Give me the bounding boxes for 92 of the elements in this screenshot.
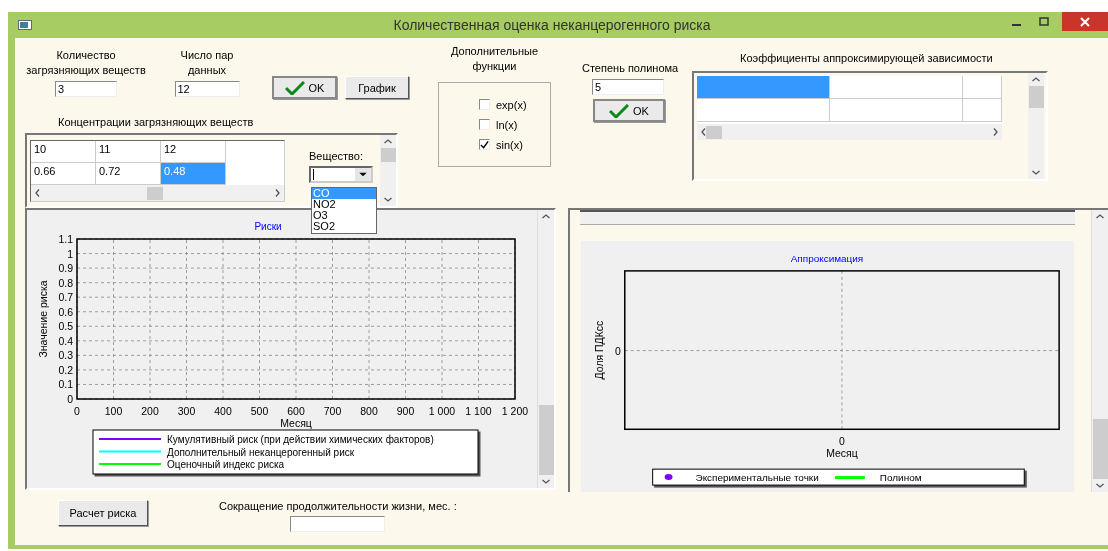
y-tick-label: 0.9 — [58, 262, 73, 275]
x-tick-label: 1 200 — [501, 405, 529, 417]
y-tick-label: 0 — [67, 393, 73, 405]
y-tick-label: 0.1 — [58, 378, 73, 391]
polynomial-degree-field[interactable]: 5 — [592, 79, 664, 95]
y-tick-label: 0.4 — [58, 334, 73, 347]
substance-label: Вещество: — [309, 150, 364, 163]
dropdown-option[interactable]: O3 — [312, 210, 376, 222]
pair-count-field[interactable]: 12 — [174, 81, 240, 98]
x-tick-label: 200 — [141, 405, 159, 417]
extra-functions-label: Дополнительные функции — [449, 44, 540, 74]
y-tick-label: 0.7 — [58, 291, 73, 304]
checkmark-icon — [609, 103, 630, 118]
checkmark-icon — [284, 80, 305, 95]
checkbox-label: ln(x) — [496, 118, 518, 131]
y-tick-label: 0.5 — [58, 320, 73, 333]
vertical-scrollbar[interactable] — [537, 210, 554, 488]
x-tick-label: 500 — [250, 405, 269, 417]
concentrations-label: Концентрации загрязняющих веществ — [58, 116, 255, 129]
legend-label: Дополнительный неканцерогенный риск — [167, 446, 355, 458]
grid-cell[interactable] — [697, 99, 830, 122]
scroll-thumb[interactable] — [380, 148, 396, 163]
x-tick-label: 1 000 — [428, 405, 456, 417]
grid-cell[interactable]: 11 — [96, 141, 161, 164]
horizontal-scrollbar[interactable] — [31, 185, 284, 202]
x-tick-label: 1 100 — [465, 405, 492, 417]
minimize-icon — [1011, 24, 1021, 26]
scroll-thumb[interactable] — [1092, 419, 1108, 479]
x-tick-label: 100 — [104, 405, 123, 417]
grid-cell[interactable]: 10 — [31, 141, 96, 164]
x-tick-label: 800 — [360, 405, 378, 417]
y-tick-label: 1.1 — [58, 233, 73, 245]
y-axis-title: Доля ПДКсс — [593, 320, 605, 380]
life-reduction-label: Сокращение продолжительности жизни, мес. : — [219, 500, 457, 512]
checkbox-label: sin(x) — [496, 138, 523, 151]
calculate-risk-button[interactable]: Расчет риска — [58, 500, 148, 526]
coefficients-label: Коэффициенты аппроксимирующей зависимости — [740, 52, 994, 64]
maximize-icon — [1039, 16, 1049, 27]
y-tick-label: 0.6 — [58, 305, 73, 318]
checkbox-label: exp(x) — [496, 98, 527, 111]
horizontal-scrollbar[interactable] — [697, 124, 1002, 140]
chart-title: Аппроксимация — [790, 252, 864, 264]
pair-count-label: Число пар данных — [179, 48, 235, 79]
app-icon — [18, 20, 32, 30]
grid-cell[interactable] — [830, 76, 963, 99]
y-tick-label: 0.8 — [58, 276, 73, 289]
polynomial-degree-label: Степень полинома — [582, 62, 680, 74]
x-axis-title: Месяц — [826, 448, 858, 460]
x-tick-label: 400 — [214, 405, 232, 417]
y-axis-title: Значение риска — [37, 280, 49, 358]
close-button[interactable] — [1062, 12, 1108, 31]
x-tick-label: 700 — [323, 405, 342, 417]
ok-button[interactable]: OK — [593, 99, 665, 122]
dropdown-option[interactable]: NO2 — [312, 199, 376, 211]
window-title: Количественная оценка неканцерогенного риска — [393, 17, 711, 33]
dropdown-option[interactable]: SO2 — [312, 221, 376, 233]
vertical-scrollbar[interactable] — [1028, 73, 1044, 179]
legend-label: Экспериментальные точки — [695, 472, 819, 484]
x-tick-label: 300 — [177, 405, 196, 417]
vertical-scrollbar[interactable] — [1091, 210, 1108, 492]
legend-label: Оценочный индекс риска — [167, 459, 285, 470]
grid-cell[interactable] — [963, 99, 1002, 122]
legend-label: Кумулятивный риск (при действии химических факторов) — [167, 434, 434, 445]
legend-label: Полином — [879, 472, 922, 484]
checkbox[interactable] — [479, 139, 490, 150]
y-tick-label: 0.3 — [58, 349, 73, 362]
grid-cell[interactable] — [830, 99, 963, 122]
substance-dropdown[interactable] — [309, 166, 373, 184]
vertical-scrollbar[interactable] — [380, 135, 396, 206]
grid-cell[interactable] — [697, 76, 830, 99]
pollutant-count-field[interactable]: 3 — [55, 81, 117, 98]
y-tick-label: 0 — [614, 345, 621, 357]
grid-cell[interactable] — [963, 76, 1002, 99]
y-tick-label: 0.2 — [58, 363, 73, 376]
scroll-thumb[interactable] — [146, 186, 163, 200]
checkbox[interactable] — [479, 99, 490, 110]
graph-button[interactable]: График — [345, 76, 409, 100]
checkbox[interactable] — [479, 119, 490, 130]
scroll-thumb[interactable] — [706, 125, 722, 139]
ok-button[interactable]: OK — [272, 76, 337, 100]
x-tick-label: 600 — [287, 405, 305, 417]
life-reduction-field[interactable] — [290, 516, 386, 532]
y-tick-label: 1 — [67, 247, 73, 260]
x-tick-label: 0 — [74, 405, 80, 417]
scroll-thumb[interactable] — [538, 405, 554, 475]
chart-title: Риски — [254, 221, 282, 232]
pollutant-count-label: Количество загрязняющих веществ — [25, 48, 147, 79]
scroll-thumb[interactable] — [1028, 86, 1044, 108]
x-axis-title: Месяц — [280, 417, 312, 429]
x-tick-label: 0 — [839, 436, 845, 448]
x-tick-label: 900 — [396, 405, 415, 417]
close-icon — [1080, 16, 1090, 27]
